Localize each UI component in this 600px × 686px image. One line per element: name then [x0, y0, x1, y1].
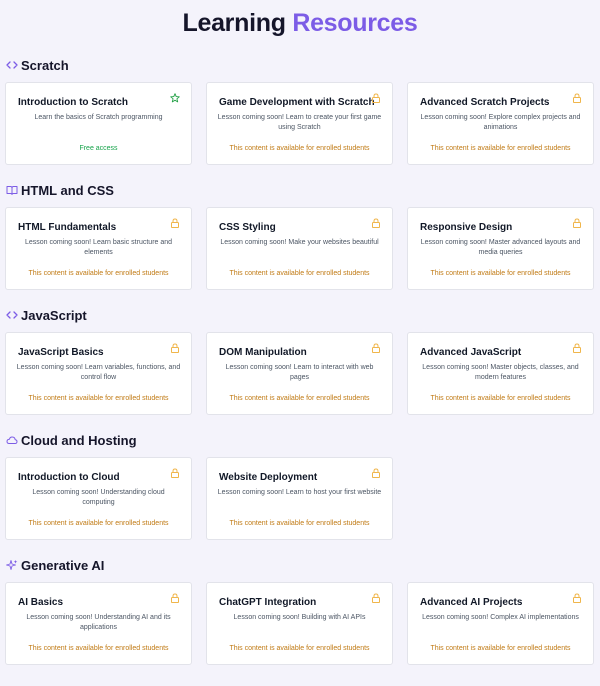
- lesson-title: AI Basics: [18, 597, 64, 608]
- enrolled-notice: This content is available for enrolled s…: [430, 395, 571, 402]
- code-icon: [6, 309, 18, 321]
- lesson-title: Introduction to Scratch: [18, 97, 128, 108]
- lock-icon: [371, 343, 381, 353]
- enrolled-notice: This content is available for enrolled s…: [28, 645, 169, 652]
- lesson-title: Game Development with Scratch: [219, 97, 375, 108]
- section-title: Generative AI: [21, 557, 105, 573]
- lock-icon: [371, 593, 381, 603]
- lesson-title: Website Deployment: [219, 472, 318, 483]
- lesson-description: Lesson coming soon! Master objects, clas…: [422, 364, 579, 381]
- enrolled-notice: This content is available for enrolled s…: [430, 645, 571, 652]
- lesson-card[interactable]: Game Development with Scratch Lesson comi…: [206, 82, 393, 165]
- page-title-accent: Resources: [292, 9, 418, 37]
- lock-icon: [572, 93, 582, 103]
- lesson-description: Lesson coming soon! Master advanced layo…: [420, 239, 581, 256]
- lesson-title: DOM Manipulation: [219, 347, 307, 358]
- lesson-description: Learn the basics of Scratch programming: [34, 114, 163, 121]
- sparkles-icon: [6, 559, 18, 571]
- enrolled-notice: This content is available for enrolled s…: [430, 270, 571, 277]
- lesson-card[interactable]: Advanced JavaScript Lesson coming soon! M…: [407, 332, 594, 415]
- lesson-card[interactable]: JavaScript Basics Lesson coming soon! Lea…: [5, 332, 192, 415]
- cloud-icon: [6, 434, 18, 446]
- lesson-description: Lesson coming soon! Learn to interact wi…: [225, 364, 374, 381]
- page-title: Learning Resources: [0, 7, 600, 39]
- lesson-description: Lesson coming soon! Learn to create your…: [217, 114, 382, 131]
- lock-icon: [170, 343, 180, 353]
- section-header: Generative AI: [6, 557, 104, 573]
- enrolled-notice: This content is available for enrolled s…: [430, 145, 571, 152]
- lesson-description: Lesson coming soon! Learn variables, fun…: [16, 364, 181, 381]
- lock-icon: [572, 218, 582, 228]
- lock-icon: [170, 218, 180, 228]
- lesson-title: Responsive Design: [420, 222, 513, 233]
- lesson-card[interactable]: HTML Fundamentals Lesson coming soon! Lea…: [5, 207, 192, 290]
- lesson-title: CSS Styling: [219, 222, 276, 233]
- section-title: JavaScript: [21, 307, 87, 323]
- lock-icon: [572, 593, 582, 603]
- lesson-card[interactable]: Introduction to Cloud Lesson coming soon!…: [5, 457, 192, 540]
- lesson-title: ChatGPT Integration: [219, 597, 317, 608]
- lesson-title: Advanced JavaScript: [420, 347, 522, 358]
- enrolled-notice: This content is available for enrolled s…: [229, 645, 370, 652]
- lesson-description: Lesson coming soon! Explore complex proj…: [420, 114, 581, 131]
- lesson-description: Lesson coming soon! Understanding AI and…: [26, 614, 171, 631]
- section-title: Cloud and Hosting: [21, 432, 137, 448]
- lesson-description: Lesson coming soon! Understanding cloud …: [32, 489, 165, 506]
- lesson-card[interactable]: AI Basics Lesson coming soon! Understandi…: [5, 582, 192, 665]
- enrolled-notice: This content is available for enrolled s…: [229, 270, 370, 277]
- lock-icon: [170, 593, 180, 603]
- code-icon: [6, 59, 18, 71]
- lock-icon: [371, 218, 381, 228]
- star-icon: [170, 93, 180, 103]
- enrolled-notice: This content is available for enrolled s…: [229, 395, 370, 402]
- lesson-card[interactable]: ChatGPT Integration Lesson coming soon! B…: [206, 582, 393, 665]
- lesson-title: JavaScript Basics: [18, 347, 104, 358]
- lesson-title: HTML Fundamentals: [18, 222, 117, 233]
- enrolled-notice: This content is available for enrolled s…: [229, 520, 370, 527]
- lesson-card[interactable]: DOM Manipulation Lesson coming soon! Lear…: [206, 332, 393, 415]
- page-title-main: Learning: [182, 9, 286, 37]
- lesson-description: Lesson coming soon! Make your websites b…: [220, 239, 379, 246]
- lock-icon: [371, 93, 381, 103]
- lesson-card[interactable]: Introduction to Scratch Learn the basics …: [5, 82, 192, 165]
- lesson-title: Advanced AI Projects: [420, 597, 523, 608]
- lesson-description: Lesson coming soon! Learn to host your f…: [217, 489, 382, 496]
- lesson-card[interactable]: Advanced AI Projects Lesson coming soon! …: [407, 582, 594, 665]
- section-title: HTML and CSS: [21, 182, 114, 198]
- section-header: HTML and CSS: [6, 182, 114, 198]
- lock-icon: [170, 468, 180, 478]
- lesson-description: Lesson coming soon! Learn basic structur…: [24, 239, 173, 256]
- lesson-title: Advanced Scratch Projects: [420, 97, 550, 108]
- lesson-description: Lesson coming soon! Building with AI API…: [233, 614, 366, 621]
- lesson-card[interactable]: Advanced Scratch Projects Lesson coming s…: [407, 82, 594, 165]
- lock-icon: [371, 468, 381, 478]
- lesson-title: Introduction to Cloud: [18, 472, 120, 483]
- lesson-card[interactable]: Responsive Design Lesson coming soon! Mas…: [407, 207, 594, 290]
- section-title: Scratch: [21, 57, 69, 73]
- lesson-card[interactable]: CSS Styling Lesson coming soon! Make your…: [206, 207, 393, 290]
- enrolled-notice: This content is available for enrolled s…: [229, 145, 370, 152]
- section-header: Cloud and Hosting: [6, 432, 137, 448]
- enrolled-notice: This content is available for enrolled s…: [28, 395, 169, 402]
- free-access-label: Free access: [79, 145, 118, 152]
- section-header: Scratch: [6, 57, 69, 73]
- section-header: JavaScript: [6, 307, 87, 323]
- book-icon: [6, 184, 18, 196]
- lesson-card[interactable]: Website Deployment Lesson coming soon! Le…: [206, 457, 393, 540]
- lesson-description: Lesson coming soon! Complex AI implement…: [422, 614, 579, 621]
- lock-icon: [572, 343, 582, 353]
- enrolled-notice: This content is available for enrolled s…: [28, 270, 169, 277]
- enrolled-notice: This content is available for enrolled s…: [28, 520, 169, 527]
